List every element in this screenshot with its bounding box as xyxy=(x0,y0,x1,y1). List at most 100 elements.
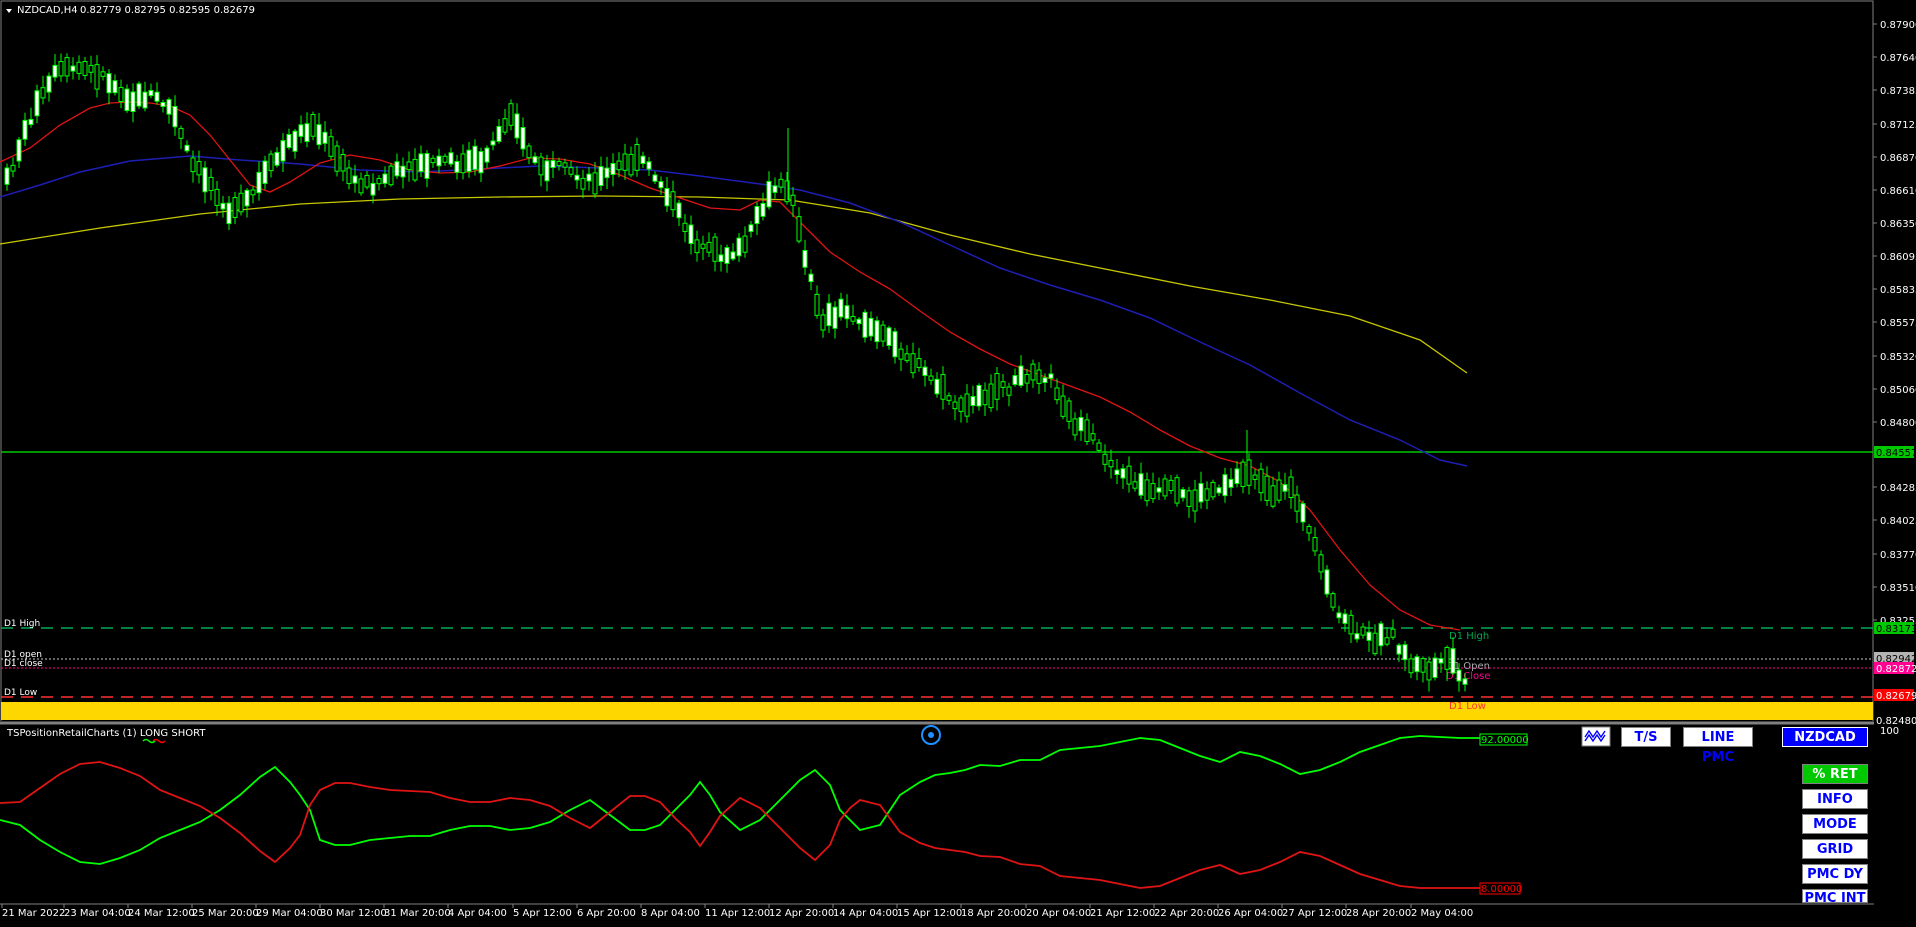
candle-body xyxy=(382,173,388,184)
candle-body xyxy=(292,130,298,152)
candle-body xyxy=(1240,461,1246,488)
candle-body xyxy=(1180,489,1186,499)
candle-body xyxy=(1384,637,1390,645)
candle-body xyxy=(1282,484,1288,492)
candle-body xyxy=(1228,478,1234,488)
indicator-scale-top: 100 xyxy=(1880,726,1899,737)
collapse-triangle-icon[interactable] xyxy=(6,9,12,13)
d1-high-right-label: D1 High xyxy=(1449,631,1489,642)
candle-body xyxy=(988,383,994,409)
candle-body xyxy=(1414,656,1420,673)
time-label: 24 Mar 12:00 xyxy=(128,908,195,919)
candle-body xyxy=(976,384,982,407)
candle-body xyxy=(652,174,658,182)
candle-body xyxy=(1126,465,1132,485)
candle-body xyxy=(10,164,16,172)
candle-body xyxy=(1432,657,1438,678)
candle-body xyxy=(1072,418,1078,436)
candle-body xyxy=(1270,485,1276,507)
time-label: 6 Apr 20:00 xyxy=(577,908,636,919)
grid-button[interactable]: GRID xyxy=(1802,839,1868,859)
candle-body xyxy=(754,206,760,225)
candle-body xyxy=(646,161,652,170)
ret-button[interactable]: % RET xyxy=(1802,764,1868,784)
price-label: 0.83770 xyxy=(1880,550,1916,561)
time-axis[interactable]: 21 Mar 202223 Mar 04:0024 Mar 12:0025 Ma… xyxy=(0,903,1874,919)
candle-body xyxy=(970,396,976,406)
candle-body xyxy=(604,167,610,179)
candle-body xyxy=(460,153,466,174)
candle-body xyxy=(448,152,454,165)
time-label: 31 Mar 20:00 xyxy=(384,908,451,919)
candle-body xyxy=(1312,537,1318,552)
pmc-dy-button[interactable]: PMC DY xyxy=(1802,864,1868,884)
candle-body xyxy=(1402,644,1408,661)
time-label: 23 Mar 04:00 xyxy=(64,908,131,919)
price-axis[interactable]: 0.87900 0.87640 0.87385 0.87125 0.86870 0.866… xyxy=(1873,20,1916,627)
pmc-int-button[interactable]: PMC INT xyxy=(1802,889,1868,903)
candle-body xyxy=(58,61,64,77)
candle-body xyxy=(226,202,232,225)
candle-body xyxy=(958,397,964,412)
candle-body xyxy=(622,153,628,171)
price-label: 0.87385 xyxy=(1880,86,1916,97)
candle-body xyxy=(298,124,304,137)
short-value: 8.00000 xyxy=(1481,884,1522,895)
candle-body xyxy=(1162,478,1168,497)
candle-body xyxy=(1330,593,1336,608)
candle-body xyxy=(244,189,250,207)
candle-body xyxy=(106,73,112,94)
candle-body xyxy=(556,160,562,167)
candle-body xyxy=(880,324,886,342)
candle-body xyxy=(232,197,238,218)
candle-body xyxy=(994,373,1000,400)
candle-body xyxy=(412,158,418,181)
long-line xyxy=(0,735,1480,865)
candle-body xyxy=(268,153,274,172)
candle-body xyxy=(658,181,664,189)
short-line xyxy=(0,761,1480,889)
time-label: 28 Apr 20:00 xyxy=(1346,908,1411,919)
trading-chart[interactable]: NZDCAD,H4 0.82779 0.82795 0.82595 0.8267… xyxy=(0,0,1916,923)
price-label: 0.84800 xyxy=(1880,418,1916,429)
candle-body xyxy=(346,167,352,185)
candle-body xyxy=(64,57,70,77)
symbol-button[interactable]: NZDCAD xyxy=(1782,727,1868,747)
chart-canvas[interactable]: NZDCAD,H4 0.82779 0.82795 0.82595 0.8267… xyxy=(0,0,1916,923)
price-label: 0.83510 xyxy=(1880,583,1916,594)
time-label: 4 Apr 04:00 xyxy=(448,908,507,919)
candle-body xyxy=(1018,365,1024,386)
candle-body xyxy=(496,125,502,142)
candle-body xyxy=(70,65,76,72)
candle-body xyxy=(634,143,640,171)
candle-body xyxy=(1306,526,1312,534)
long-value: 92.00000 xyxy=(1481,735,1529,746)
candle-body xyxy=(136,83,142,107)
candle-body xyxy=(376,178,382,185)
candle-body xyxy=(154,91,160,102)
candle-body xyxy=(316,124,322,146)
candle-body xyxy=(1120,468,1126,479)
info-button[interactable]: INFO xyxy=(1802,789,1868,809)
candle-body xyxy=(340,154,346,172)
mode-button[interactable]: MODE xyxy=(1802,814,1868,834)
candle-body xyxy=(1030,363,1036,381)
ma-mid-line xyxy=(0,155,1468,467)
candlestick-series[interactable] xyxy=(4,53,1468,692)
candle-body xyxy=(928,375,934,381)
candle-body xyxy=(172,106,178,128)
candle-body xyxy=(322,131,328,144)
candle-body xyxy=(4,167,10,185)
time-label: 21 Apr 12:00 xyxy=(1090,908,1155,919)
candle-body xyxy=(358,178,364,194)
candle-body xyxy=(730,251,736,260)
candle-body xyxy=(352,175,358,184)
ts-button[interactable]: T/S xyxy=(1621,727,1671,747)
candle-body xyxy=(304,123,310,143)
candle-body xyxy=(256,171,262,194)
price-label: 0.84285 xyxy=(1880,483,1916,494)
candle-body xyxy=(1366,631,1372,641)
candle-body xyxy=(1150,483,1156,500)
support-zone xyxy=(1,702,1873,720)
line-pmc-button[interactable]: LINE PMC xyxy=(1683,727,1753,765)
